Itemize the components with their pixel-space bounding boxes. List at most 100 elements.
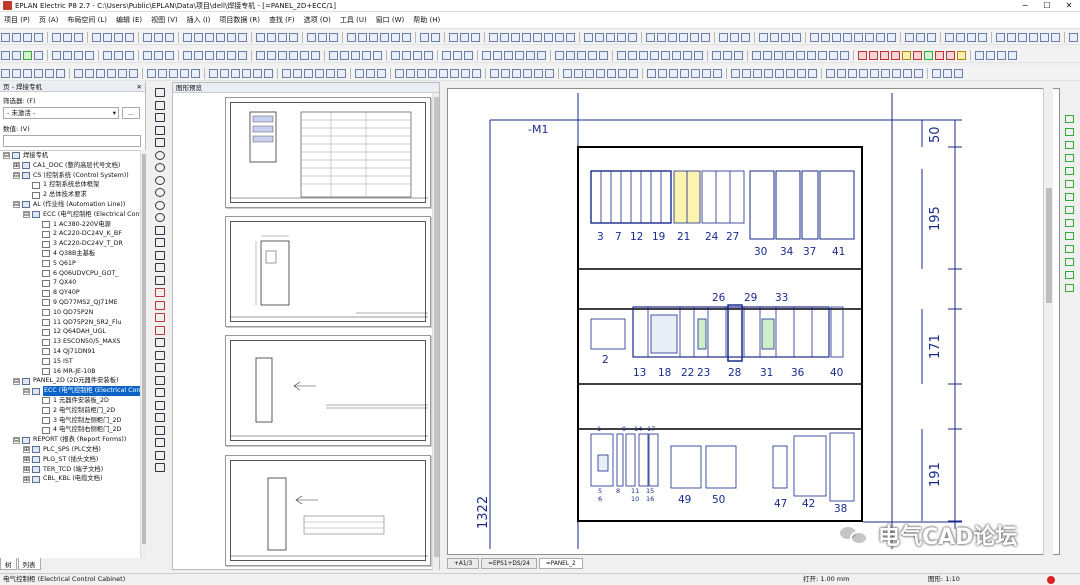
drawing-tool-icon[interactable] [155,463,165,472]
toolbar-icon[interactable] [147,69,156,78]
toolbar-icon[interactable] [424,51,433,60]
toolbar-icon[interactable] [253,69,262,78]
tree-node[interactable]: ⊟ 焊接专机 [0,151,140,161]
toolbar-icon[interactable] [840,51,849,60]
toolbar-icon[interactable] [943,69,952,78]
toolbar-icon[interactable] [1,33,10,42]
toolbar-icon[interactable] [566,51,575,60]
tree-node[interactable]: ⊟ ECC (电气控制柜 (Electrical Control Cabinet)… [0,210,140,220]
toolbar-icon[interactable] [537,51,546,60]
toolbar-icon[interactable] [114,51,123,60]
expand-icon[interactable]: ⊞ [23,456,30,464]
toolbar-icon[interactable] [362,51,371,60]
toolbar-icon[interactable] [927,33,936,42]
toolbar-icon[interactable] [1040,33,1049,42]
toolbar-icon[interactable] [358,33,367,42]
toolbar-icon[interactable] [534,69,543,78]
view-tool-icon[interactable] [1065,115,1074,123]
toolbar-icon[interactable] [702,69,711,78]
menu-project[interactable]: 项目 (P) [4,15,30,25]
drawing-tool-icon[interactable] [155,113,165,122]
page-thumbnail[interactable] [225,97,431,208]
toolbar-icon[interactable] [12,33,21,42]
tree-node[interactable]: 13 ESCON50/5_MAXS [0,337,140,347]
toolbar-icon[interactable] [307,33,316,42]
toolbar-icon[interactable] [903,69,912,78]
panel-close-icon[interactable]: ✕ [137,82,142,92]
toolbar-icon[interactable] [194,51,203,60]
toolbar-icon[interactable] [650,51,659,60]
toolbar-icon[interactable] [837,69,846,78]
toolbar-icon[interactable] [741,33,750,42]
toolbar-icon[interactable] [808,69,817,78]
toolbar-icon[interactable] [500,33,509,42]
drawing-tool-icon[interactable] [155,225,165,235]
drawing-tool-icon[interactable] [155,363,165,372]
toolbar-icon[interactable] [865,33,874,42]
toolbar-icon[interactable] [165,51,174,60]
drawing-tool-icon[interactable] [155,238,165,247]
toolbar-icon[interactable] [227,51,236,60]
tree-node[interactable]: 1 AC380-220V电源 [0,220,140,230]
toolbar-icon[interactable] [584,33,593,42]
view-tool-icon[interactable] [1065,154,1074,162]
toolbar-icon[interactable] [763,51,772,60]
toolbar-icon[interactable] [859,69,868,78]
view-tool-icon[interactable] [1065,271,1074,279]
toolbar-icon[interactable] [355,69,364,78]
tree-node[interactable]: 16 MR-JE-10B [0,367,140,377]
toolbar-icon[interactable] [1029,33,1038,42]
drawing-tool-icon[interactable] [155,213,165,222]
tree-node[interactable]: 11 QD75P2N_SR2_Flu [0,318,140,328]
drawing-tool-icon[interactable] [155,275,165,285]
toolbar-icon[interactable] [205,51,214,60]
toolbar-icon[interactable] [169,69,178,78]
toolbar-icon[interactable] [786,69,795,78]
toolbar-icon[interactable] [752,51,761,60]
toolbar-icon[interactable] [373,51,382,60]
toolbar-icon[interactable] [154,51,163,60]
toolbar-icon[interactable] [759,33,768,42]
menu-insert[interactable]: 插入 (I) [187,15,211,25]
toolbar-icon[interactable] [191,69,200,78]
toolbar-icon[interactable] [34,69,43,78]
page-thumbnail[interactable] [225,335,431,446]
toolbar-icon[interactable] [242,69,251,78]
toolbar-icon[interactable] [1051,33,1060,42]
toolbar-icon[interactable] [764,69,773,78]
toolbar-icon[interactable] [180,69,189,78]
toolbar-icon[interactable] [577,51,586,60]
tree-node[interactable]: 9 QD77MS2_QJ71ME [0,298,140,308]
toolbar-icon[interactable] [63,33,72,42]
toolbar-icon[interactable] [892,69,901,78]
menu-options[interactable]: 选项 (O) [304,15,331,25]
toolbar-icon[interactable] [887,33,896,42]
tree-node[interactable]: 1 控制系统总体框架 [0,180,140,190]
toolbar-icon[interactable] [996,33,1005,42]
tree-node[interactable]: 10 QD75P2N [0,308,140,318]
toolbar-icon[interactable] [617,33,626,42]
toolbar-icon[interactable] [267,51,276,60]
toolbar-icon[interactable] [723,51,732,60]
tree-node[interactable]: ⊟ REPORT (报表 (Report Forms)) [0,435,140,445]
toolbar-icon[interactable] [555,51,564,60]
error-indicator-icon[interactable] [1047,576,1055,584]
toolbar-icon[interactable] [380,33,389,42]
drawing-tool-icon[interactable] [155,313,165,322]
toolbar-icon[interactable] [256,33,265,42]
page-thumbnail[interactable] [225,455,431,566]
doc-tab-eps1[interactable]: =EPS1+DS/24 [481,558,537,569]
tree-node[interactable]: ⊞ PLC_SPS (PLC文档) [0,445,140,455]
toolbar-icon[interactable] [52,33,61,42]
toolbar-icon[interactable] [672,51,681,60]
toolbar-icon[interactable] [289,33,298,42]
drawing-tool-icon[interactable] [155,100,165,110]
toolbar-icon[interactable] [858,51,867,60]
toolbar-icon[interactable] [460,33,469,42]
toolbar-icon[interactable] [34,51,43,60]
toolbar-icon[interactable] [647,69,656,78]
toolbar-icon[interactable] [391,33,400,42]
view-tool-icon[interactable] [1065,284,1074,292]
toolbar-icon[interactable] [719,33,728,42]
drawing-tool-icon[interactable] [155,263,165,272]
